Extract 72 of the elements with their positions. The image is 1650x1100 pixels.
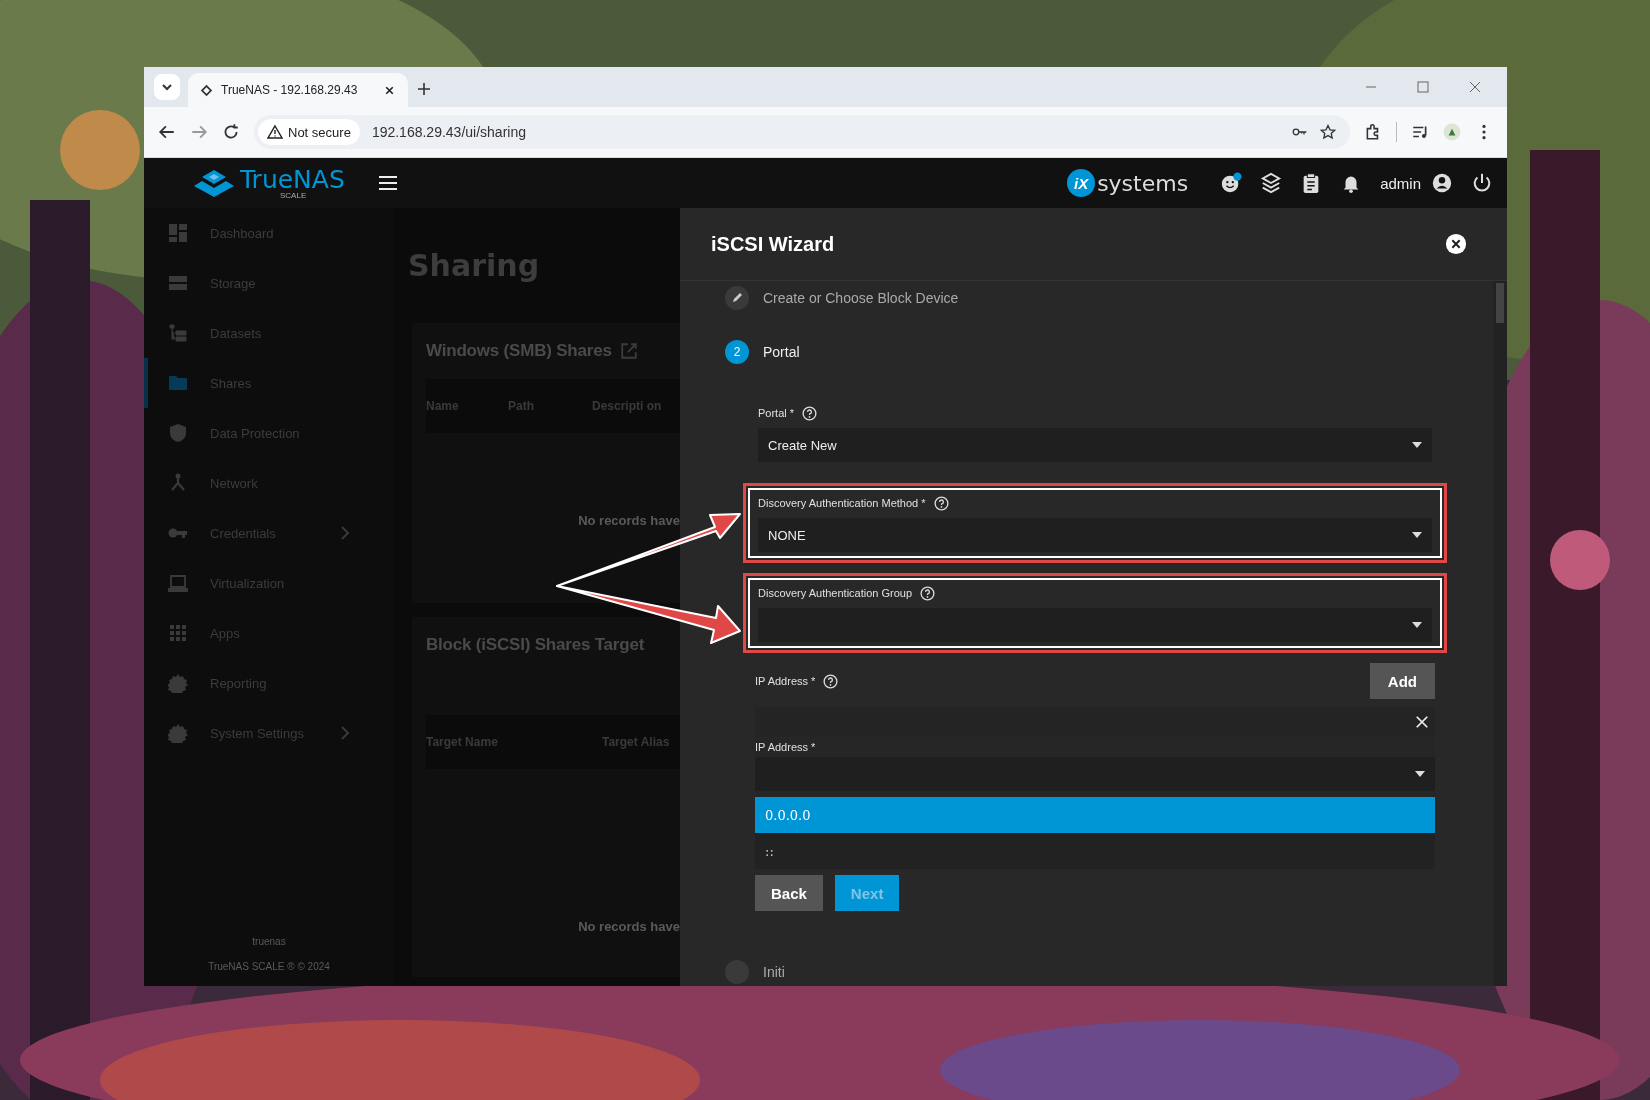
address-bar[interactable]: Not secure 192.168.29.43/ui/sharing — [254, 115, 1350, 149]
vendor-mark: iX — [1067, 169, 1096, 197]
field-label: Discovery Authentication Group — [758, 587, 913, 599]
security-label: Not secure — [288, 124, 351, 140]
back-icon[interactable] — [158, 123, 176, 141]
step-label: Create or Choose Block Device — [763, 290, 959, 306]
folder-icon — [168, 373, 188, 393]
tree-icon — [168, 323, 188, 343]
server-icon — [168, 273, 188, 293]
help-icon[interactable] — [823, 673, 839, 689]
forward-icon[interactable] — [190, 123, 208, 141]
layers-icon[interactable] — [1260, 172, 1283, 194]
field-label: IP Address * — [755, 675, 816, 687]
reload-icon[interactable] — [222, 123, 240, 141]
footer-text: TrueNAS SCALE ® © 2024 — [207, 961, 331, 972]
caret-icon — [1412, 622, 1422, 628]
menu-icon[interactable] — [378, 175, 398, 191]
star-icon[interactable] — [1320, 124, 1336, 140]
tab-title: TrueNAS - 192.168.29.43 — [221, 83, 359, 97]
step-label: Initi — [763, 964, 785, 980]
empty-message: No records have — [578, 919, 680, 934]
apps-icon — [168, 623, 188, 643]
logo-icon — [200, 83, 213, 97]
step-number: 2 — [725, 340, 749, 364]
media-icon[interactable] — [1411, 123, 1429, 141]
scrollbar[interactable] — [1493, 281, 1507, 986]
pencil-icon — [725, 286, 749, 310]
avatar-icon[interactable] — [1443, 123, 1461, 141]
dropdown-option[interactable]: :: — [755, 833, 1435, 869]
card-title: Block (iSCSI) Shares Target — [426, 635, 645, 655]
dropdown-option[interactable]: 0.0.0.0 — [755, 797, 1435, 833]
footer-text: truenas — [251, 936, 287, 947]
gear-icon — [168, 723, 188, 743]
caret-icon — [1415, 771, 1425, 777]
logo-icon — [192, 168, 236, 198]
close-icon[interactable] — [1445, 233, 1467, 255]
warning-icon — [267, 124, 283, 140]
select-field[interactable] — [758, 608, 1432, 642]
help-icon[interactable] — [802, 405, 818, 421]
close-icon[interactable] — [1415, 715, 1429, 729]
help-icon[interactable] — [920, 585, 936, 601]
account-icon[interactable] — [1431, 172, 1453, 194]
caret-icon — [1412, 532, 1422, 538]
card-title: Windows (SMB) Shares — [426, 341, 612, 361]
caret-icon — [1412, 442, 1422, 448]
help-icon[interactable] — [933, 495, 949, 511]
power-icon[interactable] — [1471, 172, 1493, 194]
grid-icon — [168, 223, 188, 243]
laptop-icon — [168, 573, 188, 593]
tab-list-button[interactable] — [154, 74, 180, 100]
add-button[interactable]: Add — [1369, 663, 1435, 699]
new-tab-icon[interactable] — [416, 81, 432, 97]
security-chip[interactable]: Not secure — [258, 119, 360, 145]
user-name[interactable]: admin — [1380, 174, 1421, 192]
field-label: Portal * — [758, 407, 795, 419]
empty-message: No records have — [578, 513, 680, 528]
back-button[interactable]: Back — [755, 875, 823, 911]
vendor-name: systems — [1097, 170, 1189, 196]
brand-name: TrueNAS — [240, 166, 345, 192]
brand-edition: SCALE — [279, 191, 308, 200]
wizard-title: iSCSI Wizard — [711, 232, 835, 256]
network-icon — [168, 473, 188, 493]
url-text: 192.168.29.43/ui/sharing — [371, 124, 526, 140]
browser-tab[interactable]: TrueNAS - 192.168.29.43 — [188, 73, 408, 107]
step-label: Portal — [763, 344, 800, 360]
field-label: Discovery Authentication Method * — [758, 497, 926, 509]
select-field[interactable] — [755, 757, 1435, 791]
select-field[interactable]: Create New — [758, 428, 1432, 462]
feedback-icon[interactable] — [1220, 172, 1243, 194]
field-label: IP Address * — [755, 741, 817, 753]
select-field[interactable]: NONE — [758, 518, 1432, 552]
shield-icon — [168, 423, 188, 443]
